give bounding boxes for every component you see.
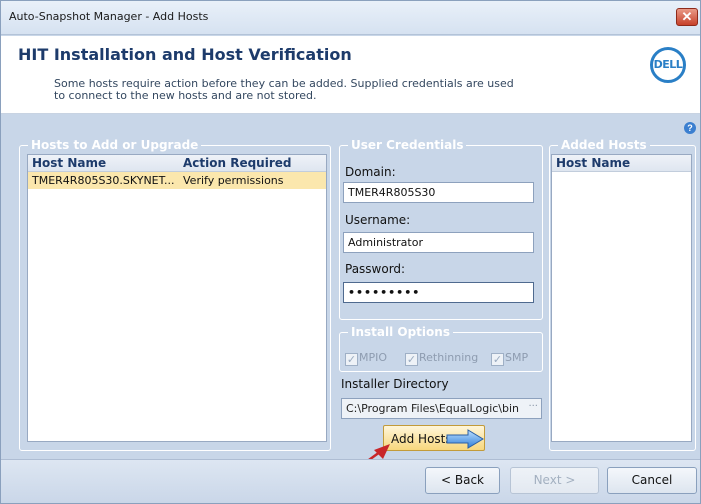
smp-checkbox: ✓ xyxy=(491,353,504,366)
username-label: Username: xyxy=(345,213,411,227)
installer-directory-field[interactable]: C:\Program Files\EqualLogic\bin ··· xyxy=(341,398,542,419)
hosts-list-header: Host Name Action Required xyxy=(28,155,326,172)
add-hosts-label: Add Hosts xyxy=(391,432,452,446)
username-field[interactable]: Administrator xyxy=(343,232,534,253)
added-hosts-legend: Added Hosts xyxy=(558,138,650,152)
table-row[interactable]: TMER4R805S30.SKYNET... Verify permission… xyxy=(28,172,326,189)
user-credentials-legend: User Credentials xyxy=(348,138,467,152)
wizard-header: HIT Installation and Host Verification S… xyxy=(1,36,700,114)
help-icon[interactable]: ? xyxy=(684,122,696,134)
window-title: Auto-Snapshot Manager - Add Hosts xyxy=(9,10,209,23)
hosts-to-add-legend: Hosts to Add or Upgrade xyxy=(28,138,202,152)
smp-label: SMP xyxy=(505,351,529,364)
column-added-host-name[interactable]: Host Name xyxy=(556,156,630,170)
rethinning-checkbox: ✓ xyxy=(405,353,418,366)
password-field[interactable]: ••••••••• xyxy=(343,282,534,303)
password-label: Password: xyxy=(345,262,406,276)
title-bar[interactable]: Auto-Snapshot Manager - Add Hosts ✕ xyxy=(1,1,700,35)
added-hosts-list[interactable]: Host Name xyxy=(551,154,692,442)
install-options-legend: Install Options xyxy=(348,325,453,339)
browse-button[interactable]: ··· xyxy=(528,401,538,412)
mpio-checkbox: ✓ xyxy=(345,353,358,366)
added-hosts-header: Host Name xyxy=(552,155,691,172)
row-host-name: TMER4R805S30.SKYNET... xyxy=(32,174,175,187)
dell-logo: DELL xyxy=(650,47,686,83)
next-button[interactable]: Next > xyxy=(510,467,599,494)
mpio-label: MPIO xyxy=(359,351,388,364)
installer-directory-label: Installer Directory xyxy=(341,377,449,391)
column-action-required[interactable]: Action Required xyxy=(183,156,292,170)
domain-label: Domain: xyxy=(345,165,396,179)
page-title: HIT Installation and Host Verification xyxy=(18,45,352,64)
column-host-name[interactable]: Host Name xyxy=(32,156,106,170)
installer-directory-value: C:\Program Files\EqualLogic\bin xyxy=(346,402,520,415)
rethinning-option: ✓ Rethinning xyxy=(405,351,478,366)
hosts-to-add-list[interactable]: Host Name Action Required TMER4R805S30.S… xyxy=(27,154,327,442)
mpio-option: ✓ MPIO xyxy=(345,351,387,366)
hosts-to-add-group: Hosts to Add or Upgrade Host Name Action… xyxy=(19,138,331,451)
added-hosts-group: Added Hosts Host Name xyxy=(549,138,696,451)
row-action-required: Verify permissions xyxy=(183,174,284,187)
arrow-right-icon xyxy=(446,429,484,449)
wizard-footer: < Back Next > Cancel xyxy=(1,459,700,503)
smp-option: ✓ SMP xyxy=(491,351,528,366)
add-hosts-window: Auto-Snapshot Manager - Add Hosts ✕ HIT … xyxy=(0,0,701,504)
back-button[interactable]: < Back xyxy=(425,467,500,494)
close-icon[interactable]: ✕ xyxy=(676,8,698,26)
add-hosts-button[interactable]: Add Hosts xyxy=(383,425,485,451)
cancel-button[interactable]: Cancel xyxy=(607,467,697,494)
page-description: Some hosts require action before they ca… xyxy=(54,77,514,102)
domain-field[interactable]: TMER4R805S30 xyxy=(343,182,534,203)
rethinning-label: Rethinning xyxy=(419,351,479,364)
